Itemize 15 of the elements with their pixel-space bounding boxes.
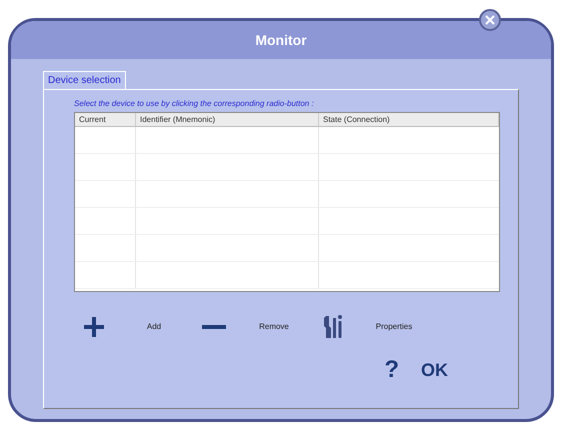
help-button[interactable]: ? [384, 358, 399, 382]
instruction-text: Select the device to use by clicking the corresponding radio-button : [74, 99, 315, 109]
minus-icon[interactable] [202, 323, 226, 331]
column-header[interactable]: Identifier (Mnemonic) [136, 113, 319, 126]
column-header[interactable]: Current [75, 113, 136, 126]
action-button[interactable]: Add [114, 321, 194, 333]
column-header[interactable]: State (Connection) [319, 113, 499, 126]
ok-button[interactable]: OK [421, 361, 448, 379]
action-button[interactable]: Properties [354, 321, 434, 333]
action-button[interactable]: Remove [234, 321, 314, 333]
plus-icon[interactable] [82, 315, 106, 339]
window-title: Monitor [255, 30, 307, 50]
tools-icon[interactable] [324, 314, 344, 340]
tab[interactable]: Device selection [43, 71, 126, 89]
close-button[interactable] [479, 9, 501, 31]
